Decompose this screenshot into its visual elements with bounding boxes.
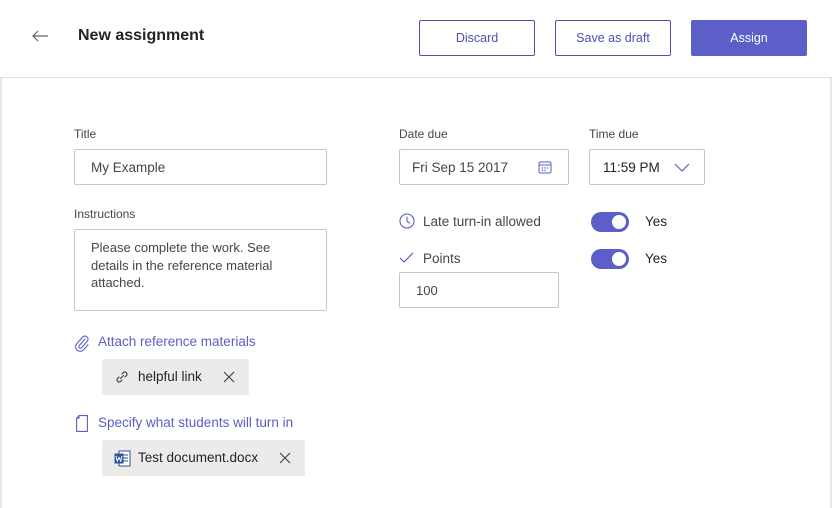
close-icon[interactable] xyxy=(279,452,291,464)
late-turnin-state: Yes xyxy=(645,214,668,229)
title-input[interactable]: My Example xyxy=(74,149,327,185)
arrow-left-icon xyxy=(32,30,48,42)
page-title: New assignment xyxy=(78,27,205,44)
late-turnin-toggle[interactable] xyxy=(591,212,629,232)
close-icon[interactable] xyxy=(223,371,235,383)
time-due-select[interactable]: 11:59 PM xyxy=(589,149,705,185)
date-due-value: Fri Sep 15 2017 xyxy=(412,160,509,175)
toggle-knob xyxy=(612,252,626,266)
reference-item-label: helpful link xyxy=(138,369,202,384)
points-input[interactable]: 100 xyxy=(399,272,559,308)
turnin-item-chip[interactable]: Test document.docx xyxy=(102,440,305,476)
checkmark-icon xyxy=(399,252,414,264)
turnin-item-label: Test document.docx xyxy=(138,450,259,465)
specify-turnin-link[interactable]: Specify what students will turn in xyxy=(98,415,293,430)
paperclip-icon xyxy=(74,334,92,352)
discard-button[interactable]: Discard xyxy=(419,20,535,56)
points-state: Yes xyxy=(645,251,668,266)
title-input-value: My Example xyxy=(91,160,166,175)
time-due-label: Time due xyxy=(589,127,639,141)
points-label: Points xyxy=(423,251,461,266)
toggle-knob xyxy=(612,215,626,229)
date-due-input[interactable]: Fri Sep 15 2017 xyxy=(399,149,569,185)
instructions-textarea-value: Please complete the work. See details in… xyxy=(91,240,273,290)
chevron-down-icon xyxy=(674,163,690,172)
back-button[interactable] xyxy=(28,24,52,48)
link-icon xyxy=(114,369,130,385)
date-due-label: Date due xyxy=(399,127,448,141)
clock-icon xyxy=(399,213,415,229)
header-bar: New assignment Discard Save as draft Ass… xyxy=(0,0,832,78)
document-icon xyxy=(75,415,91,433)
assign-button[interactable]: Assign xyxy=(691,20,807,56)
time-due-value: 11:59 PM xyxy=(603,160,660,175)
points-input-value: 100 xyxy=(416,283,438,298)
title-label: Title xyxy=(74,127,97,141)
reference-item-chip[interactable]: helpful link xyxy=(102,359,249,395)
late-turnin-label: Late turn-in allowed xyxy=(423,214,541,229)
points-toggle[interactable] xyxy=(591,249,629,269)
instructions-label: Instructions xyxy=(74,207,136,221)
word-doc-icon xyxy=(114,450,131,467)
attach-reference-link[interactable]: Attach reference materials xyxy=(98,334,256,349)
save-draft-button[interactable]: Save as draft xyxy=(555,20,671,56)
calendar-icon[interactable] xyxy=(538,160,552,174)
instructions-textarea[interactable]: Please complete the work. See details in… xyxy=(74,229,327,311)
